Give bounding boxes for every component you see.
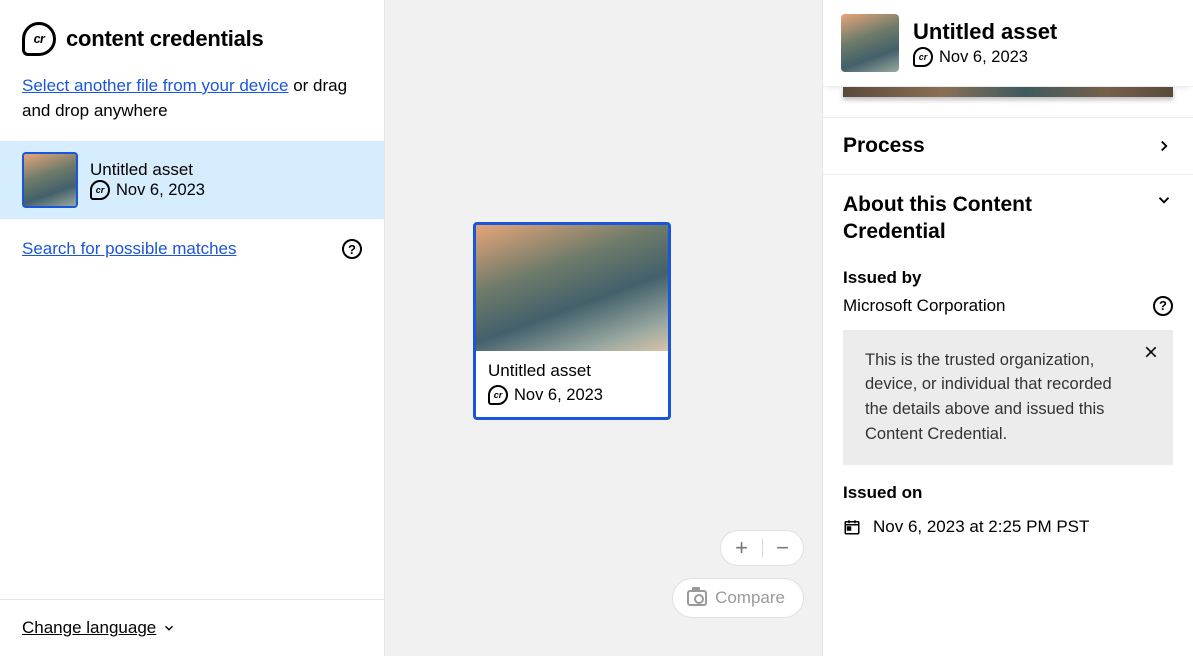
search-matches-link[interactable]: Search for possible matches <box>22 239 237 259</box>
details-panel: Untitled asset cr Nov 6, 2023 Process Ab… <box>823 0 1193 656</box>
issued-by-label: Issued by <box>823 250 1193 296</box>
spacer <box>0 279 384 599</box>
details-date-row: cr Nov 6, 2023 <box>913 47 1057 67</box>
compare-icon <box>687 590 707 606</box>
zoom-in-button[interactable]: + <box>728 535 756 561</box>
asset-date: Nov 6, 2023 <box>116 181 205 200</box>
change-language-label: Change language <box>22 618 156 638</box>
left-panel: cr content credentials Select another fi… <box>0 0 385 656</box>
asset-card-date: Nov 6, 2023 <box>514 386 603 405</box>
process-section[interactable]: Process <box>823 117 1193 174</box>
asset-card-date-row: cr Nov 6, 2023 <box>488 385 656 405</box>
help-icon[interactable]: ? <box>342 239 362 259</box>
close-icon[interactable] <box>1143 344 1159 360</box>
details-title: Untitled asset <box>913 19 1057 45</box>
help-icon[interactable]: ? <box>1153 296 1173 316</box>
asset-thumbnail <box>22 152 78 208</box>
zoom-separator <box>762 538 763 558</box>
canvas-area: Untitled asset cr Nov 6, 2023 + − Compar… <box>385 0 823 656</box>
details-header-meta: Untitled asset cr Nov 6, 2023 <box>913 19 1057 67</box>
brand-name: content credentials <box>66 26 264 52</box>
issuer-info-box: This is the trusted organization, device… <box>843 330 1173 465</box>
issued-by-row: Microsoft Corporation ? <box>823 296 1193 330</box>
asset-card-body: Untitled asset cr Nov 6, 2023 <box>476 351 668 417</box>
issued-on-row: Nov 6, 2023 at 2:25 PM PST <box>823 511 1193 555</box>
preview-strip <box>843 87 1173 97</box>
zoom-out-button[interactable]: − <box>769 535 797 561</box>
asset-card-image <box>476 225 668 351</box>
about-header[interactable]: About this Content Credential <box>843 191 1173 246</box>
about-section: About this Content Credential <box>823 174 1193 250</box>
asset-card[interactable]: Untitled asset cr Nov 6, 2023 <box>473 222 671 420</box>
about-title: About this Content Credential <box>843 191 1103 246</box>
chevron-down-icon <box>1155 191 1173 209</box>
asset-list-item[interactable]: Untitled asset cr Nov 6, 2023 <box>0 141 384 219</box>
brand: cr content credentials <box>0 0 384 74</box>
cr-badge-icon: cr <box>488 385 508 405</box>
select-file-link[interactable]: Select another file from your device <box>22 76 288 95</box>
cr-badge-icon: cr <box>90 180 110 200</box>
issued-on-value: Nov 6, 2023 at 2:25 PM PST <box>873 517 1089 537</box>
process-title: Process <box>843 134 925 158</box>
details-date: Nov 6, 2023 <box>939 48 1028 67</box>
compare-button[interactable]: Compare <box>672 578 804 618</box>
zoom-control: + − <box>720 530 804 566</box>
compare-label: Compare <box>715 588 785 608</box>
details-thumbnail <box>841 14 899 72</box>
asset-card-title: Untitled asset <box>488 361 656 381</box>
chevron-right-icon <box>1155 137 1173 155</box>
cr-badge-icon: cr <box>913 47 933 67</box>
chevron-down-icon <box>162 621 176 635</box>
issuer-info-text: This is the trusted organization, device… <box>865 351 1112 443</box>
asset-meta: Untitled asset cr Nov 6, 2023 <box>90 160 205 200</box>
issued-by-value: Microsoft Corporation <box>843 296 1006 316</box>
change-language[interactable]: Change language <box>0 599 384 656</box>
asset-title: Untitled asset <box>90 160 205 180</box>
calendar-icon <box>843 518 861 536</box>
issued-on-label: Issued on <box>823 483 1193 511</box>
upload-instruction: Select another file from your device or … <box>0 74 384 141</box>
details-header: Untitled asset cr Nov 6, 2023 <box>823 0 1193 87</box>
asset-date-row: cr Nov 6, 2023 <box>90 180 205 200</box>
search-row: Search for possible matches ? <box>0 219 384 279</box>
cr-logo-icon: cr <box>22 22 56 56</box>
